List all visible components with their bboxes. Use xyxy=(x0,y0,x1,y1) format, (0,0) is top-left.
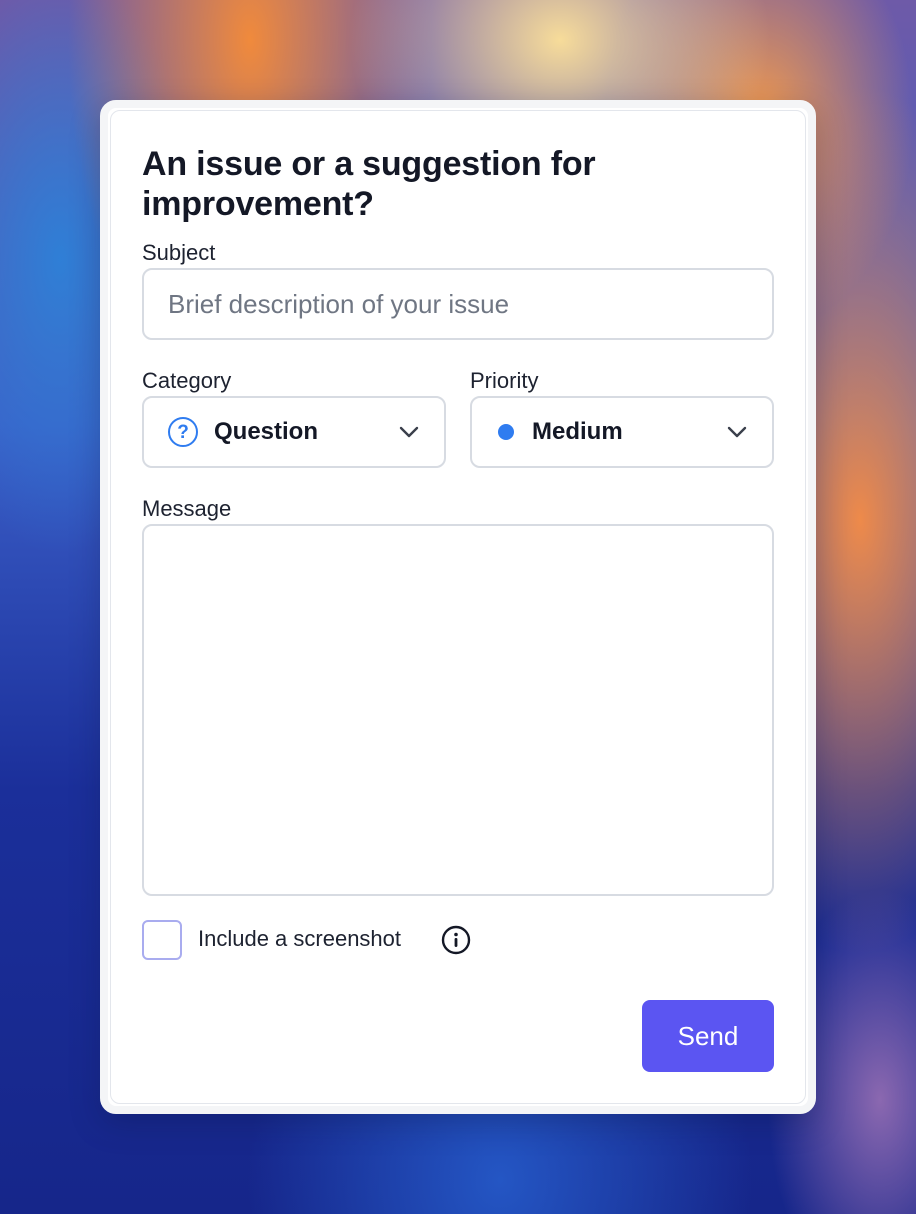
desktop-background: An issue or a suggestion for improvement… xyxy=(0,0,916,1214)
chevron-down-icon xyxy=(398,421,420,443)
category-label: Category xyxy=(142,368,232,393)
include-screenshot-label[interactable]: Include a screenshot xyxy=(198,926,401,952)
feedback-dialog: An issue or a suggestion for improvement… xyxy=(100,100,816,1114)
message-label: Message xyxy=(142,496,232,521)
send-button[interactable]: Send xyxy=(642,1000,774,1072)
priority-selected-value: Medium xyxy=(532,418,623,445)
dialog-title: An issue or a suggestion for improvement… xyxy=(142,145,596,223)
subject-label: Subject xyxy=(142,240,216,265)
category-selected-value: Question xyxy=(214,418,319,445)
info-icon[interactable] xyxy=(441,925,471,955)
chevron-down-icon xyxy=(726,421,748,443)
priority-label: Priority xyxy=(470,368,539,393)
priority-select[interactable]: Medium xyxy=(470,396,774,468)
include-screenshot-checkbox[interactable] xyxy=(142,920,182,960)
category-select[interactable]: ? Question xyxy=(142,396,446,468)
subject-input[interactable] xyxy=(142,268,774,340)
question-circle-icon: ? xyxy=(168,417,198,447)
message-textarea[interactable] xyxy=(142,524,774,896)
priority-dot-icon xyxy=(498,424,514,440)
